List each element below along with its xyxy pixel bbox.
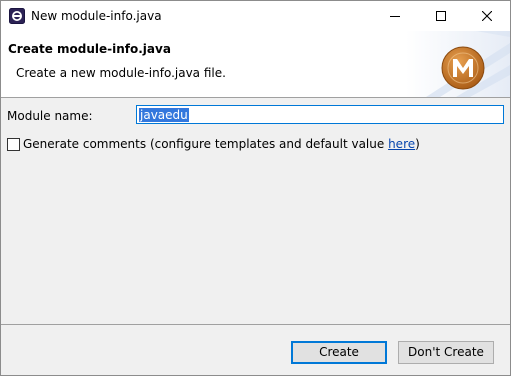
dont-create-button[interactable]: Don't Create bbox=[398, 341, 494, 364]
minimize-button[interactable] bbox=[372, 1, 418, 31]
close-icon bbox=[482, 11, 492, 21]
generate-comments-checkbox[interactable] bbox=[7, 138, 20, 151]
wizard-banner: Create module-info.java Create a new mod… bbox=[1, 31, 510, 98]
banner-title: Create module-info.java bbox=[8, 42, 171, 56]
module-name-value: javaedu bbox=[139, 108, 189, 122]
generate-comments-text: Generate comments (configure templates a… bbox=[23, 137, 389, 151]
dialog-window: New module-info.java Create module-info.… bbox=[0, 0, 511, 376]
generate-comments-suffix: ) bbox=[415, 137, 420, 151]
close-button[interactable] bbox=[464, 1, 510, 31]
module-name-input[interactable]: javaedu bbox=[136, 105, 504, 124]
footer-separator bbox=[1, 324, 510, 325]
minimize-icon bbox=[390, 16, 400, 17]
module-logo-icon bbox=[441, 46, 485, 90]
banner-description: Create a new module-info.java file. bbox=[16, 66, 226, 80]
maximize-button[interactable] bbox=[418, 1, 464, 31]
module-name-label: Module name: bbox=[7, 109, 93, 123]
window-title: New module-info.java bbox=[31, 9, 162, 23]
configure-templates-link[interactable]: here bbox=[388, 137, 415, 151]
create-button[interactable]: Create bbox=[291, 341, 387, 364]
eclipse-app-icon bbox=[9, 8, 25, 24]
title-bar[interactable]: New module-info.java bbox=[1, 1, 510, 31]
maximize-icon bbox=[436, 11, 446, 21]
generate-comments-label: Generate comments (configure templates a… bbox=[23, 137, 420, 152]
